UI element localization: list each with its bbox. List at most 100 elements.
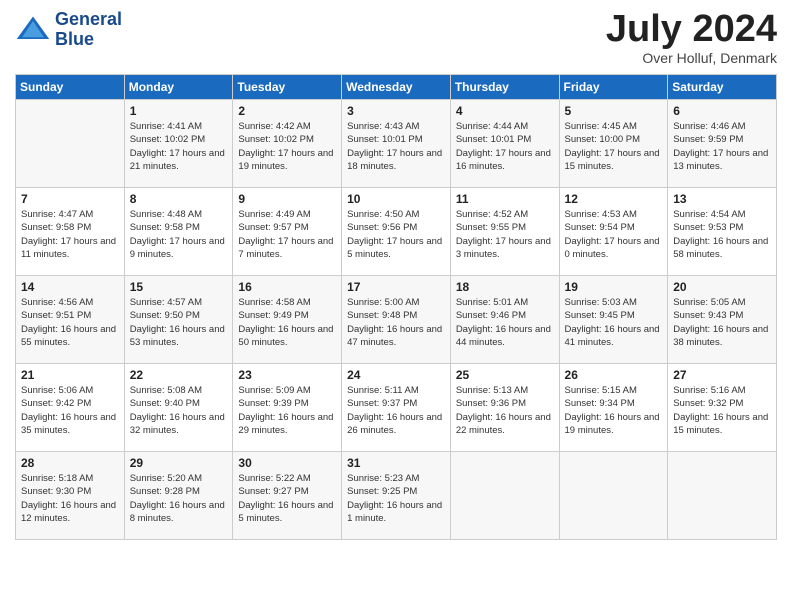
day-info: Sunrise: 5:15 AMSunset: 9:34 PMDaylight:… (565, 384, 663, 437)
day-number: 25 (456, 368, 554, 382)
day-info: Sunrise: 4:57 AMSunset: 9:50 PMDaylight:… (130, 296, 228, 349)
day-info: Sunrise: 5:06 AMSunset: 9:42 PMDaylight:… (21, 384, 119, 437)
title-block: July 2024 Over Holluf, Denmark (606, 10, 777, 66)
day-number: 12 (565, 192, 663, 206)
calendar-cell: 31 Sunrise: 5:23 AMSunset: 9:25 PMDayligh… (342, 452, 451, 540)
calendar-cell: 28 Sunrise: 5:18 AMSunset: 9:30 PMDayligh… (16, 452, 125, 540)
day-info: Sunrise: 5:20 AMSunset: 9:28 PMDaylight:… (130, 472, 228, 525)
week-row-5: 28 Sunrise: 5:18 AMSunset: 9:30 PMDayligh… (16, 452, 777, 540)
calendar-cell: 24 Sunrise: 5:11 AMSunset: 9:37 PMDayligh… (342, 364, 451, 452)
day-header-friday: Friday (559, 75, 668, 100)
day-header-saturday: Saturday (668, 75, 777, 100)
calendar-cell: 7Sunrise: 4:47 AMSunset: 9:58 PMDaylight… (16, 188, 125, 276)
calendar-cell: 10 Sunrise: 4:50 AMSunset: 9:56 PMDayligh… (342, 188, 451, 276)
calendar-cell: 20Sunrise: 5:05 AMSunset: 9:43 PMDayligh… (668, 276, 777, 364)
day-header-tuesday: Tuesday (233, 75, 342, 100)
logo-icon (15, 12, 51, 48)
week-row-2: 7Sunrise: 4:47 AMSunset: 9:58 PMDaylight… (16, 188, 777, 276)
calendar-cell: 12Sunrise: 4:53 AMSunset: 9:54 PMDayligh… (559, 188, 668, 276)
day-number: 3 (347, 104, 445, 118)
calendar-cell: 19 Sunrise: 5:03 AMSunset: 9:45 PMDayligh… (559, 276, 668, 364)
day-number: 13 (673, 192, 771, 206)
day-number: 20 (673, 280, 771, 294)
location-subtitle: Over Holluf, Denmark (606, 50, 777, 66)
day-info: Sunrise: 4:50 AMSunset: 9:56 PMDaylight:… (347, 208, 445, 261)
day-info: Sunrise: 4:42 AMSunset: 10:02 PMDaylight… (238, 120, 336, 173)
day-info: Sunrise: 5:00 AMSunset: 9:48 PMDaylight:… (347, 296, 445, 349)
day-info: Sunrise: 5:23 AMSunset: 9:25 PMDaylight:… (347, 472, 445, 525)
day-number: 17 (347, 280, 445, 294)
day-number: 15 (130, 280, 228, 294)
day-number: 9 (238, 192, 336, 206)
day-number: 8 (130, 192, 228, 206)
day-info: Sunrise: 4:43 AMSunset: 10:01 PMDaylight… (347, 120, 445, 173)
calendar-body: 1Sunrise: 4:41 AMSunset: 10:02 PMDayligh… (16, 100, 777, 540)
day-info: Sunrise: 5:08 AMSunset: 9:40 PMDaylight:… (130, 384, 228, 437)
day-number: 26 (565, 368, 663, 382)
calendar-header: SundayMondayTuesdayWednesdayThursdayFrid… (16, 75, 777, 100)
day-number: 2 (238, 104, 336, 118)
day-info: Sunrise: 5:13 AMSunset: 9:36 PMDaylight:… (456, 384, 554, 437)
calendar-cell: 11Sunrise: 4:52 AMSunset: 9:55 PMDayligh… (450, 188, 559, 276)
day-info: Sunrise: 5:22 AMSunset: 9:27 PMDaylight:… (238, 472, 336, 525)
day-number: 14 (21, 280, 119, 294)
week-row-4: 21 Sunrise: 5:06 AMSunset: 9:42 PMDayligh… (16, 364, 777, 452)
day-number: 16 (238, 280, 336, 294)
day-header-sunday: Sunday (16, 75, 125, 100)
day-number: 4 (456, 104, 554, 118)
day-number: 29 (130, 456, 228, 470)
calendar-cell (668, 452, 777, 540)
calendar-cell: 15 Sunrise: 4:57 AMSunset: 9:50 PMDayligh… (124, 276, 233, 364)
day-number: 31 (347, 456, 445, 470)
day-number: 22 (130, 368, 228, 382)
day-number: 27 (673, 368, 771, 382)
day-info: Sunrise: 5:11 AMSunset: 9:37 PMDaylight:… (347, 384, 445, 437)
calendar-cell: 22 Sunrise: 5:08 AMSunset: 9:40 PMDayligh… (124, 364, 233, 452)
calendar-cell: 26 Sunrise: 5:15 AMSunset: 9:34 PMDayligh… (559, 364, 668, 452)
calendar-table: SundayMondayTuesdayWednesdayThursdayFrid… (15, 74, 777, 540)
day-number: 28 (21, 456, 119, 470)
day-info: Sunrise: 5:16 AMSunset: 9:32 PMDaylight:… (673, 384, 771, 437)
calendar-cell: 17 Sunrise: 5:00 AMSunset: 9:48 PMDayligh… (342, 276, 451, 364)
day-info: Sunrise: 5:01 AMSunset: 9:46 PMDaylight:… (456, 296, 554, 349)
calendar-cell: 21 Sunrise: 5:06 AMSunset: 9:42 PMDayligh… (16, 364, 125, 452)
day-info: Sunrise: 4:58 AMSunset: 9:49 PMDaylight:… (238, 296, 336, 349)
calendar-cell (16, 100, 125, 188)
calendar-cell: 30Sunrise: 5:22 AMSunset: 9:27 PMDayligh… (233, 452, 342, 540)
calendar-cell: 3 Sunrise: 4:43 AMSunset: 10:01 PMDayligh… (342, 100, 451, 188)
day-info: Sunrise: 4:54 AMSunset: 9:53 PMDaylight:… (673, 208, 771, 261)
calendar-cell: 14Sunrise: 4:56 AMSunset: 9:51 PMDayligh… (16, 276, 125, 364)
day-info: Sunrise: 5:03 AMSunset: 9:45 PMDaylight:… (565, 296, 663, 349)
day-number: 24 (347, 368, 445, 382)
page-header: General Blue July 2024 Over Holluf, Denm… (15, 10, 777, 66)
day-info: Sunrise: 5:09 AMSunset: 9:39 PMDaylight:… (238, 384, 336, 437)
day-info: Sunrise: 4:45 AMSunset: 10:00 PMDaylight… (565, 120, 663, 173)
day-number: 6 (673, 104, 771, 118)
calendar-cell: 8 Sunrise: 4:48 AMSunset: 9:58 PMDaylight… (124, 188, 233, 276)
day-info: Sunrise: 5:18 AMSunset: 9:30 PMDaylight:… (21, 472, 119, 525)
day-number: 1 (130, 104, 228, 118)
day-header-monday: Monday (124, 75, 233, 100)
day-number: 19 (565, 280, 663, 294)
day-header-wednesday: Wednesday (342, 75, 451, 100)
calendar-cell: 18Sunrise: 5:01 AMSunset: 9:46 PMDayligh… (450, 276, 559, 364)
calendar-cell: 5 Sunrise: 4:45 AMSunset: 10:00 PMDayligh… (559, 100, 668, 188)
logo: General Blue (15, 10, 122, 50)
day-number: 21 (21, 368, 119, 382)
calendar-cell: 29 Sunrise: 5:20 AMSunset: 9:28 PMDayligh… (124, 452, 233, 540)
day-number: 7 (21, 192, 119, 206)
day-number: 5 (565, 104, 663, 118)
day-info: Sunrise: 4:48 AMSunset: 9:58 PMDaylight:… (130, 208, 228, 261)
calendar-cell: 4 Sunrise: 4:44 AMSunset: 10:01 PMDayligh… (450, 100, 559, 188)
month-title: July 2024 (606, 10, 777, 48)
day-info: Sunrise: 4:44 AMSunset: 10:01 PMDaylight… (456, 120, 554, 173)
calendar-cell: 23Sunrise: 5:09 AMSunset: 9:39 PMDayligh… (233, 364, 342, 452)
day-info: Sunrise: 4:49 AMSunset: 9:57 PMDaylight:… (238, 208, 336, 261)
calendar-cell: 16 Sunrise: 4:58 AMSunset: 9:49 PMDayligh… (233, 276, 342, 364)
day-info: Sunrise: 4:52 AMSunset: 9:55 PMDaylight:… (456, 208, 554, 261)
calendar-cell: 1Sunrise: 4:41 AMSunset: 10:02 PMDayligh… (124, 100, 233, 188)
calendar-cell: 6 Sunrise: 4:46 AMSunset: 9:59 PMDaylight… (668, 100, 777, 188)
day-number: 10 (347, 192, 445, 206)
week-row-1: 1Sunrise: 4:41 AMSunset: 10:02 PMDayligh… (16, 100, 777, 188)
day-info: Sunrise: 4:46 AMSunset: 9:59 PMDaylight:… (673, 120, 771, 173)
